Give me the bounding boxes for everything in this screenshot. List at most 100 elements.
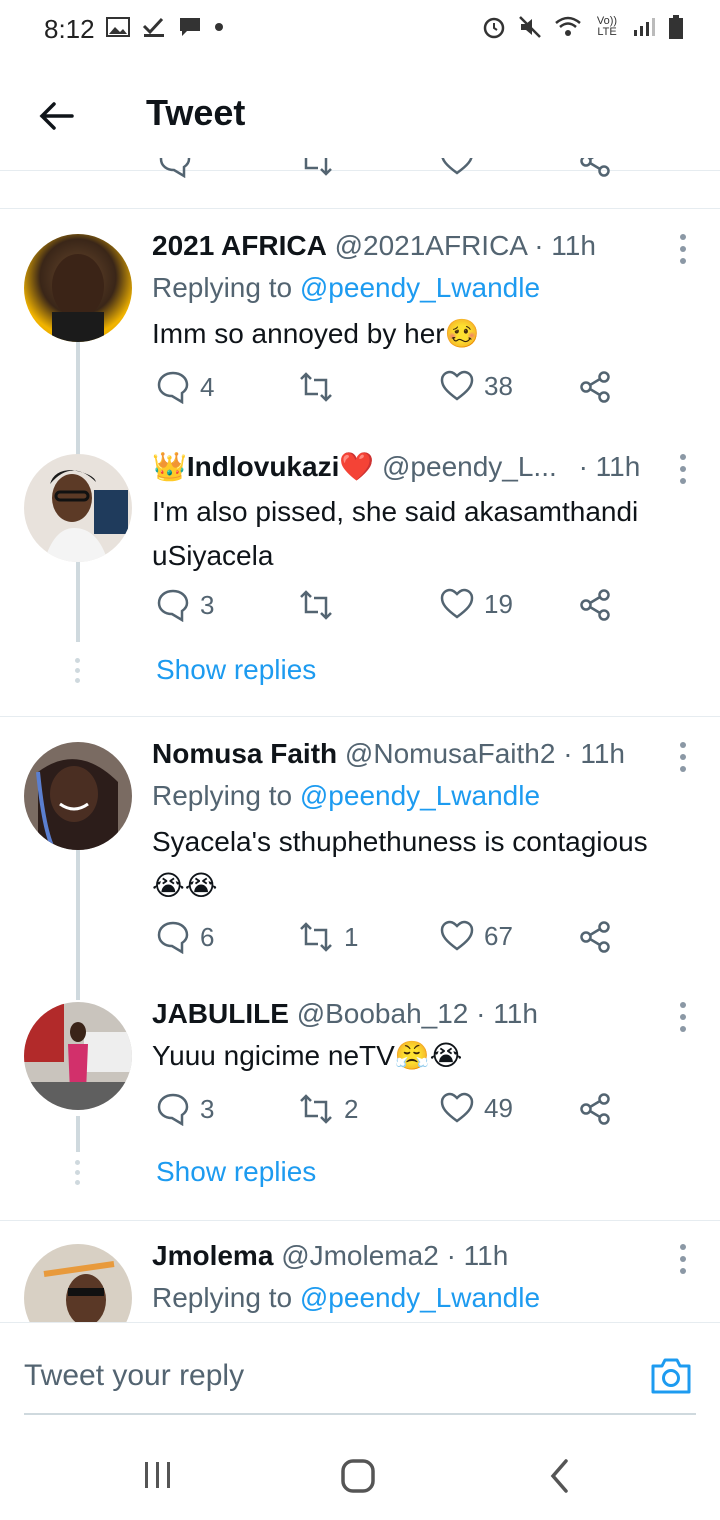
replying-to: Replying to @peendy_Lwandle [152, 272, 541, 303]
author-handle[interactable]: @Jmolema2 [281, 1240, 439, 1271]
avatar[interactable] [24, 454, 132, 562]
share-button[interactable] [578, 588, 612, 622]
like-button[interactable]: 38 [440, 370, 513, 402]
notification-icons [106, 16, 224, 38]
speech-bubble-icon [157, 1093, 189, 1126]
author-name[interactable]: JABULILE [152, 998, 289, 1029]
tweet-jmolema[interactable]: Jmolema @Jmolema2 · 11h Replying to @pee… [0, 1236, 720, 1322]
reply-count: 3 [200, 1093, 215, 1124]
tweet-2021africa[interactable]: 2021 AFRICA @2021AFRICA · 11h Replying t… [0, 226, 720, 572]
replying-to: Replying to @peendy_Lwandle [152, 780, 541, 811]
author-handle[interactable]: @2021AFRICA [335, 230, 527, 261]
author-name[interactable]: Indlovukazi [187, 451, 339, 482]
thread-dots [73, 1160, 81, 1185]
like-button[interactable]: 67 [440, 920, 513, 952]
share-button[interactable] [578, 920, 612, 954]
like-count: 19 [484, 588, 513, 619]
avatar[interactable] [24, 1002, 132, 1110]
retweet-count: 1 [344, 921, 359, 952]
tweet-actions: 3 2 49 [152, 1092, 632, 1132]
composer-underline [24, 1413, 696, 1415]
heart-icon [440, 370, 474, 401]
share-icon [580, 371, 610, 403]
thread-line [76, 570, 80, 642]
avatar[interactable] [24, 742, 132, 850]
retweet-button[interactable] [298, 588, 344, 622]
avatar[interactable] [24, 1244, 132, 1322]
reply-count: 4 [200, 371, 215, 402]
system-icons: Vo)) LTE [482, 14, 684, 40]
retweet-count: 2 [344, 1093, 359, 1124]
replying-to-link[interactable]: @peendy_Lwandle [300, 1282, 540, 1313]
retweet-button[interactable]: 2 [298, 1092, 358, 1126]
signal-icon [634, 18, 655, 36]
retweet-icon[interactable] [298, 158, 334, 178]
back-nav-icon[interactable] [548, 1458, 572, 1494]
like-button[interactable]: 19 [440, 588, 513, 620]
more-vertical-icon[interactable] [678, 1002, 688, 1032]
replying-to-link[interactable]: @peendy_Lwandle [300, 272, 540, 303]
status-time: 8:12 [44, 14, 95, 44]
tweet-text: Syacela's sthuphethuness is contagious 😭😭 [152, 826, 648, 902]
camera-icon[interactable] [650, 1357, 692, 1395]
dot-icon [215, 23, 223, 31]
show-replies-link[interactable]: Show replies [156, 654, 316, 686]
like-button[interactable]: 49 [440, 1092, 513, 1124]
tweet-emoji: 🥴 [444, 317, 480, 350]
reply-input[interactable]: Tweet your reply [24, 1359, 244, 1393]
replying-to-link[interactable]: @peendy_Lwandle [300, 780, 540, 811]
status-bar: 8:12 Vo)) LTE [0, 0, 720, 60]
thread-line [76, 1116, 80, 1152]
arrow-left-icon[interactable] [36, 96, 76, 136]
speech-bubble-icon [157, 921, 189, 954]
divider [0, 1220, 720, 1221]
battery-icon [669, 15, 683, 39]
author-name[interactable]: Jmolema [152, 1240, 273, 1271]
reply-button[interactable]: 3 [156, 1092, 214, 1126]
thread-dots [73, 658, 81, 683]
reply-button[interactable]: 4 [156, 370, 214, 404]
author-handle[interactable]: @Boobah_12 [297, 998, 469, 1029]
reply-count: 3 [200, 589, 215, 620]
heart-icon [440, 588, 474, 619]
share-button[interactable] [578, 1092, 612, 1126]
author-handle[interactable]: @NomusaFaith2 [345, 738, 556, 769]
tweet-time: · 11h [534, 230, 596, 261]
author-name[interactable]: Nomusa Faith [152, 738, 337, 769]
share-icon [580, 589, 610, 621]
retweet-button[interactable] [298, 370, 344, 404]
reply-button[interactable]: 3 [156, 588, 214, 622]
tweet-jabulile[interactable]: JABULILE @Boobah_12 · 11h Yuuu ngicime n… [0, 994, 720, 1204]
show-replies-link[interactable]: Show replies [156, 1156, 316, 1188]
partial-action-row [0, 158, 720, 184]
author-handle[interactable]: @peendy_L... [382, 451, 557, 482]
tweet-time: · 11h [578, 451, 641, 482]
heart-icon[interactable] [440, 158, 474, 176]
system-nav-bar [0, 1430, 720, 1520]
home-icon[interactable] [340, 1458, 376, 1494]
thread-line [76, 850, 80, 1000]
reply-button[interactable]: 6 [156, 920, 214, 954]
message-icon [180, 18, 200, 36]
tweet-emoji: 😭😭 [152, 869, 218, 902]
more-vertical-icon[interactable] [678, 742, 688, 772]
tweet-nomusafaith[interactable]: Nomusa Faith @NomusaFaith2 · 11h Replyin… [0, 734, 720, 1000]
tweet-actions: 6 1 67 [152, 920, 632, 960]
tweet-indlovukazi[interactable]: 👑Indlovukazi❤️ @peendy_L... · 11h I'm al… [0, 446, 720, 706]
tweet-text: Imm so annoyed by her🥴 [152, 317, 480, 350]
alarm-icon [483, 17, 505, 39]
share-button[interactable] [578, 370, 612, 404]
author-name[interactable]: 2021 AFRICA [152, 230, 327, 261]
reply-composer: Tweet your reply [0, 1322, 720, 1423]
avatar[interactable] [24, 234, 132, 342]
reply-count: 6 [200, 921, 215, 952]
more-vertical-icon[interactable] [678, 234, 688, 264]
speech-bubble-icon[interactable] [158, 158, 192, 178]
recent-apps-icon[interactable] [142, 1460, 174, 1490]
divider [0, 208, 720, 209]
like-count: 38 [484, 370, 513, 401]
more-vertical-icon[interactable] [678, 1244, 688, 1274]
share-icon[interactable] [578, 158, 612, 178]
more-vertical-icon[interactable] [678, 454, 688, 484]
retweet-button[interactable]: 1 [298, 920, 358, 954]
